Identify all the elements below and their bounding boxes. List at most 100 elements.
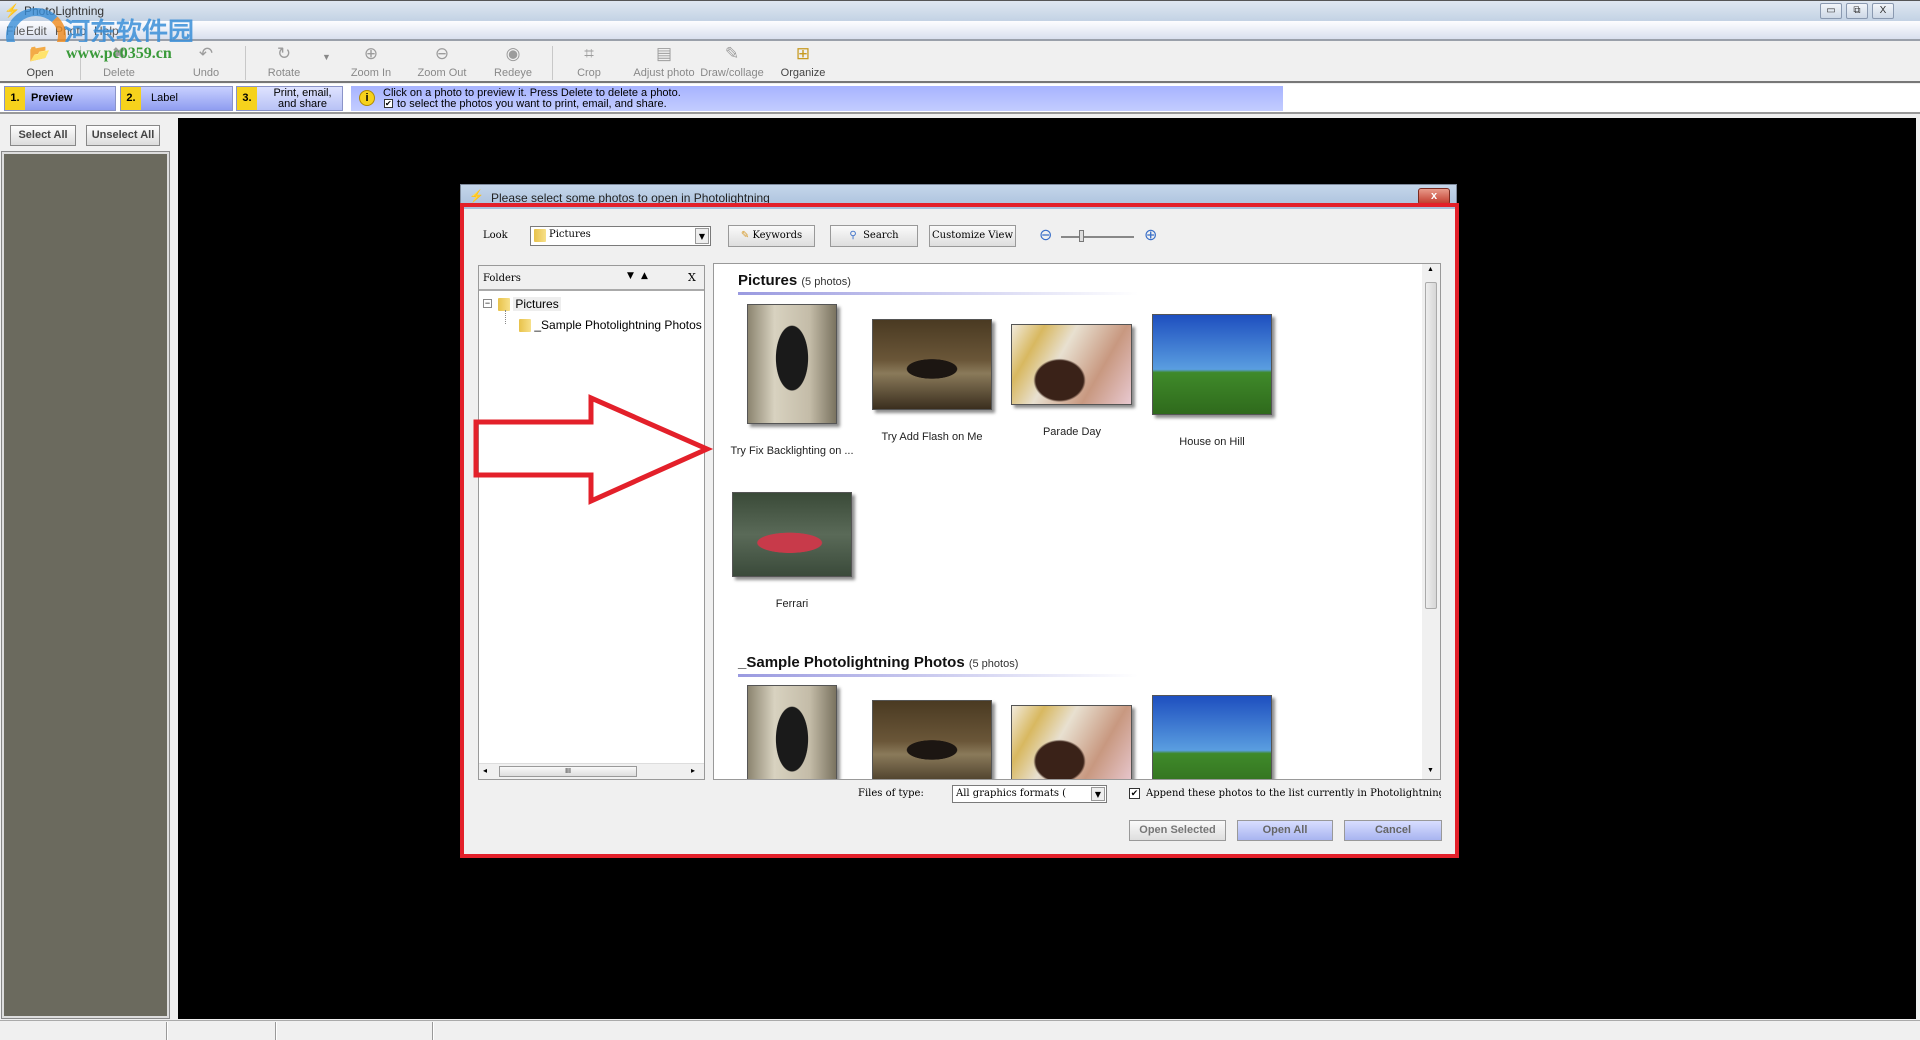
photo-caption: Try Add Flash on Me: [881, 431, 983, 443]
tree-item-pictures[interactable]: Pictures: [498, 297, 561, 312]
scroll-down-icon[interactable]: ▼: [1427, 767, 1434, 774]
zoom-in-button[interactable]: ⊕ Zoom In: [336, 44, 406, 79]
toolbar-divider: [552, 46, 553, 80]
open-all-button[interactable]: Open All: [1237, 820, 1333, 841]
status-bar: [0, 1020, 1920, 1040]
folder-icon: [498, 298, 510, 312]
customize-view-button[interactable]: Customize View: [929, 225, 1016, 247]
app-icon: ⚡: [469, 189, 484, 203]
arrow-shape: [473, 394, 714, 505]
collapse-icon[interactable]: −: [483, 299, 492, 308]
look-label: Look: [483, 230, 508, 241]
append-label: Append these photos to the list currentl…: [1146, 788, 1441, 799]
organize-button[interactable]: ⊞ Organize: [768, 44, 838, 79]
sort-down-icon[interactable]: ▼: [627, 271, 634, 281]
section-heading-pictures: Pictures (5 photos): [738, 272, 851, 289]
menu-bar: File Edit Photo Help: [0, 21, 1920, 41]
vertical-scrollbar[interactable]: ▲ ▼: [1422, 264, 1440, 779]
files-of-type-label: Files of type:: [858, 788, 924, 799]
eye-icon: ◉: [505, 44, 521, 63]
annotation-arrow-icon: [473, 394, 714, 505]
status-divider: [432, 1022, 434, 1040]
info-checkbox[interactable]: ✔: [384, 99, 393, 108]
status-divider: [275, 1022, 277, 1040]
restore-button[interactable]: ⧉: [1846, 3, 1868, 19]
open-button[interactable]: 📂 Open: [5, 44, 75, 79]
undo-button[interactable]: ↶ Undo: [171, 44, 241, 79]
dialog-close-button[interactable]: x: [1418, 188, 1450, 205]
rotate-dropdown-icon[interactable]: ▼: [322, 52, 331, 62]
chevron-down-icon: ▼: [695, 228, 709, 244]
watermark-url: www.pc0359.cn: [66, 45, 172, 62]
photo-thumbnail[interactable]: [732, 492, 852, 577]
scroll-right-icon[interactable]: ▸: [691, 766, 695, 775]
photo-thumbnail[interactable]: [1152, 695, 1272, 779]
folders-header: Folders ▼ ▲ X: [479, 266, 704, 291]
rotate-button[interactable]: ↻ Rotate: [249, 44, 319, 79]
photo-thumbnail[interactable]: [1011, 324, 1132, 405]
thumbnail-size-slider[interactable]: [1061, 236, 1134, 238]
photo-thumbnail[interactable]: [747, 685, 837, 779]
search-button[interactable]: ⚲ Search: [830, 225, 918, 247]
zoom-out-icon: ⊖: [434, 44, 450, 63]
photo-thumbnail[interactable]: [872, 700, 992, 779]
info-line-2: to select the photos you want to print, …: [397, 98, 667, 110]
photo-thumbnail[interactable]: [1152, 314, 1272, 415]
draw-collage-icon: ✎: [724, 44, 740, 63]
section-heading-sample-photos: _Sample Photolightning Photos (5 photos): [738, 654, 1019, 671]
tree-item-sample-photos[interactable]: _Sample Photolightning Photos: [519, 318, 704, 333]
unselect-all-button[interactable]: Unselect All: [86, 125, 160, 146]
search-icon: ⚲: [849, 230, 860, 241]
folder-icon: [534, 229, 546, 242]
section-underline: [738, 674, 1138, 677]
select-all-button[interactable]: Select All: [10, 125, 76, 146]
photo-caption: Ferrari: [775, 598, 809, 610]
dialog-title: Please select some photos to open in Pho…: [491, 191, 770, 205]
horizontal-scrollbar[interactable]: ◂ III ▸: [479, 763, 704, 779]
keywords-icon: ✎: [740, 230, 753, 241]
sort-up-icon[interactable]: ▲: [641, 271, 648, 281]
open-selected-button[interactable]: Open Selected: [1129, 820, 1226, 841]
step-preview[interactable]: 1. Preview: [4, 86, 116, 111]
folders-panel: Folders ▼ ▲ X − Pictures _Sample Photoli…: [478, 265, 705, 780]
close-folders-icon[interactable]: X: [688, 271, 696, 284]
zoom-out-icon[interactable]: ⊖: [1039, 225, 1052, 245]
tree-line: [505, 310, 506, 324]
photo-browser: Pictures (5 photos) Try Fix Backlighting…: [713, 263, 1441, 780]
photo-thumbnail[interactable]: [1011, 705, 1132, 779]
draw-collage-button[interactable]: ✎ Draw/collage: [697, 44, 767, 79]
step-print-share[interactable]: 3. Print, email, and share: [236, 86, 343, 111]
zoom-in-icon[interactable]: ⊕: [1144, 225, 1157, 245]
zoom-in-icon: ⊕: [363, 44, 379, 63]
title-bar: ⚡ PhotoLightning ▭ ⧉ X: [0, 0, 1920, 21]
info-icon: i: [359, 90, 375, 106]
scroll-up-icon[interactable]: ▲: [1427, 266, 1434, 273]
photo-thumbnail[interactable]: [747, 304, 837, 424]
files-of-type-dropdown[interactable]: All graphics formats (▼: [952, 785, 1107, 803]
scroll-thumb[interactable]: III: [499, 766, 637, 777]
open-photos-dialog: ⚡ Please select some photos to open in P…: [460, 184, 1457, 858]
photo-caption: House on Hill: [1179, 436, 1245, 448]
keywords-button[interactable]: ✎ Keywords: [728, 225, 815, 247]
info-banner: i Click on a photo to preview it. Press …: [351, 86, 1283, 111]
organize-icon: ⊞: [795, 44, 811, 63]
look-in-dropdown[interactable]: Pictures ▼: [530, 226, 711, 246]
photo-thumbnail[interactable]: [872, 319, 992, 410]
zoom-out-button[interactable]: ⊖ Zoom Out: [407, 44, 477, 79]
close-button[interactable]: X: [1872, 3, 1894, 19]
scroll-thumb[interactable]: [1425, 282, 1437, 609]
adjust-photo-button[interactable]: ▤ Adjust photo: [626, 44, 702, 79]
minimize-button[interactable]: ▭: [1820, 3, 1842, 19]
scroll-left-icon[interactable]: ◂: [483, 766, 487, 775]
rotate-icon: ↻: [276, 44, 292, 63]
photo-strip[interactable]: [1, 151, 170, 1019]
append-checkbox[interactable]: ✔: [1129, 788, 1140, 799]
redeye-button[interactable]: ◉ Redeye: [478, 44, 548, 79]
folder-icon: [519, 319, 531, 333]
chevron-down-icon: ▼: [1091, 787, 1105, 801]
crop-button[interactable]: ⌗ Crop: [554, 44, 624, 79]
toolbar-divider: [245, 46, 246, 80]
slider-handle[interactable]: [1079, 230, 1084, 242]
cancel-button[interactable]: Cancel: [1344, 820, 1442, 841]
step-label[interactable]: 2. Label: [120, 86, 233, 111]
